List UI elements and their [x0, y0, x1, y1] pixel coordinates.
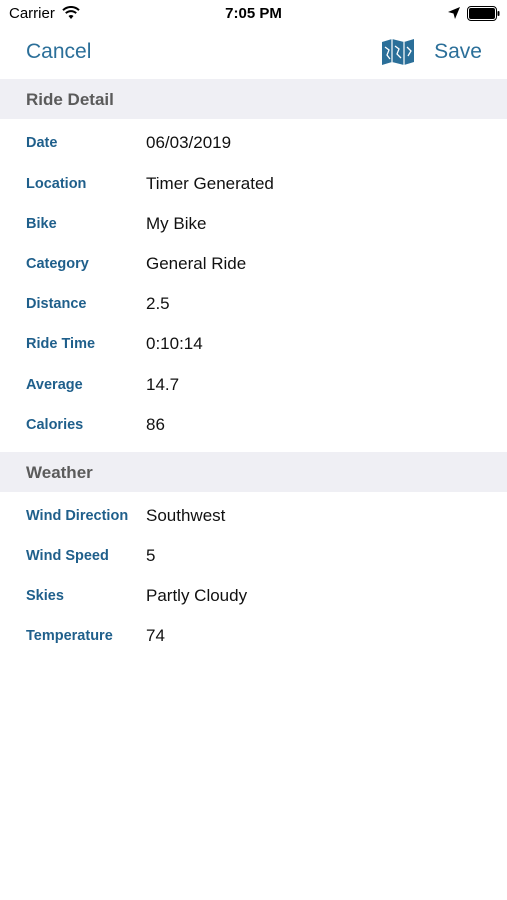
- field-value[interactable]: 2.5: [146, 294, 170, 314]
- field-value[interactable]: 14.7: [146, 375, 179, 395]
- field-value[interactable]: Southwest: [146, 506, 225, 526]
- field-label: Distance: [26, 296, 87, 312]
- field-label: Bike: [26, 216, 57, 232]
- field-value[interactable]: 0:10:14: [146, 334, 203, 354]
- field-row-skies[interactable]: Skies Partly Cloudy: [0, 577, 507, 617]
- field-label: Average: [26, 377, 83, 393]
- field-label: Temperature: [26, 628, 113, 644]
- field-label: Location: [26, 176, 87, 192]
- field-label: Date: [26, 135, 58, 151]
- field-row-calories[interactable]: Calories 86: [0, 406, 507, 446]
- field-row-wind-speed[interactable]: Wind Speed 5: [0, 537, 507, 577]
- field-label: Ride Time: [26, 336, 96, 352]
- navigation-bar: Cancel Save: [0, 28, 507, 80]
- section-title: Weather: [26, 463, 93, 482]
- location-arrow-icon: [448, 7, 460, 19]
- status-time: 7:05 PM: [225, 5, 282, 22]
- field-row-temperature[interactable]: Temperature 74: [0, 617, 507, 657]
- field-value[interactable]: 5: [146, 546, 155, 566]
- field-row-wind-direction[interactable]: Wind Direction Southwest: [0, 497, 507, 537]
- section-header-ride-detail: Ride Detail: [0, 79, 507, 119]
- field-value[interactable]: 86: [146, 415, 165, 435]
- section-header-weather: Weather: [0, 452, 507, 492]
- save-button[interactable]: Save: [434, 40, 482, 64]
- field-row-date[interactable]: Date 06/03/2019: [0, 124, 507, 164]
- field-value[interactable]: 06/03/2019: [146, 133, 231, 153]
- field-value[interactable]: 74: [146, 626, 165, 646]
- field-row-category[interactable]: Category General Ride: [0, 245, 507, 285]
- field-label: Category: [26, 256, 89, 272]
- field-row-location[interactable]: Location Timer Generated: [0, 165, 507, 205]
- battery-icon: [467, 6, 500, 21]
- field-row-bike[interactable]: Bike My Bike: [0, 205, 507, 245]
- status-bar: Carrier 7:05 PM: [0, 0, 507, 28]
- field-value[interactable]: General Ride: [146, 254, 246, 274]
- field-row-ride-time[interactable]: Ride Time 0:10:14: [0, 325, 507, 365]
- field-row-average[interactable]: Average 14.7: [0, 366, 507, 406]
- section-title: Ride Detail: [26, 90, 114, 109]
- field-label: Wind Direction: [26, 508, 129, 524]
- field-value[interactable]: Timer Generated: [146, 174, 274, 194]
- cancel-button[interactable]: Cancel: [26, 40, 91, 64]
- field-row-distance[interactable]: Distance 2.5: [0, 285, 507, 325]
- field-value[interactable]: My Bike: [146, 214, 206, 234]
- field-label: Calories: [26, 417, 84, 433]
- field-label: Skies: [26, 588, 64, 604]
- field-label: Wind Speed: [26, 548, 109, 564]
- map-icon[interactable]: [381, 38, 415, 66]
- field-value[interactable]: Partly Cloudy: [146, 586, 247, 606]
